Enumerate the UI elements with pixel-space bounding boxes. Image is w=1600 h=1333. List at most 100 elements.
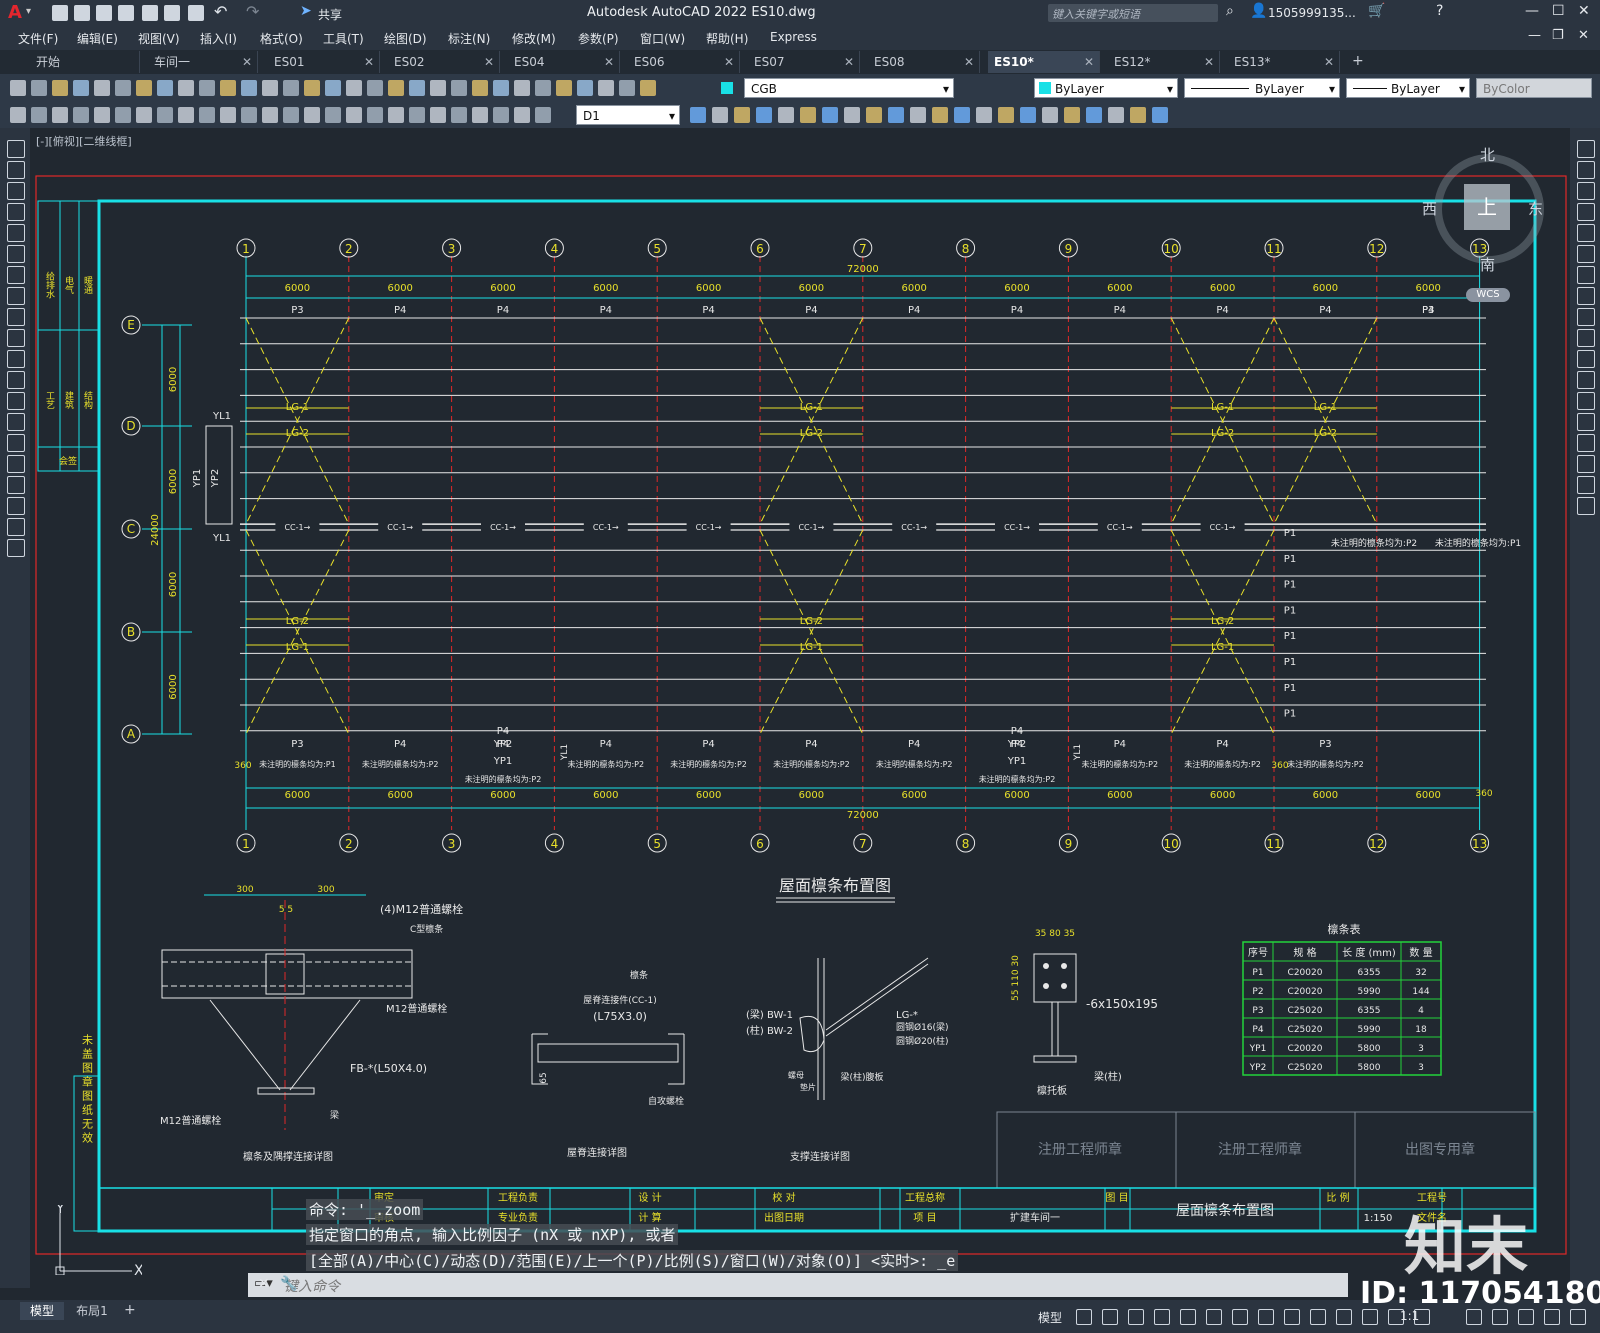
bottom-purlin-label: P4 bbox=[805, 739, 817, 750]
detail1-note: C型檩条 bbox=[410, 923, 443, 935]
signoff-label: 给排水 bbox=[44, 270, 55, 298]
bottom-bay-dim: 6000 bbox=[799, 790, 824, 801]
status-toggle-11-icon[interactable] bbox=[1336, 1309, 1352, 1325]
purlin-note: 未注明的檩条均为:P2 bbox=[1184, 759, 1261, 769]
viewcube[interactable]: 北 西 东 南 上 WCS bbox=[1422, 146, 1544, 302]
bottom-bay-dim: 6000 bbox=[1107, 790, 1132, 801]
detail3-bracket bbox=[799, 1015, 825, 1053]
detail1-note: M12普通螺栓 bbox=[160, 1114, 221, 1127]
add-layout-icon[interactable]: + bbox=[124, 1302, 136, 1318]
grid-label-bottom-3: 3 bbox=[448, 837, 456, 851]
yp2-label: YP2 bbox=[493, 739, 513, 750]
top-purlin-label: P3 bbox=[1422, 305, 1434, 316]
detail4-dim: 35 80 35 bbox=[1035, 929, 1075, 939]
grid-label-bottom-8: 8 bbox=[962, 837, 970, 851]
command-customize-icon[interactable]: 🔧 bbox=[280, 1276, 297, 1292]
detail3-note: LG-* bbox=[896, 1010, 918, 1021]
grid-label-top-11: 11 bbox=[1266, 242, 1281, 256]
grid-label-top-5: 5 bbox=[653, 242, 661, 256]
status-toggle-18-icon[interactable] bbox=[1518, 1309, 1534, 1325]
grid-label-top-1: 1 bbox=[242, 242, 250, 256]
detail4-flange bbox=[1033, 1055, 1077, 1063]
grid-label-bottom-7: 7 bbox=[859, 837, 867, 851]
purlin-note-right: 未注明的檩条均为:P2 bbox=[1331, 537, 1417, 549]
purlin-note: 未注明的檩条均为:P1 bbox=[259, 759, 336, 769]
purlin-table-cell: 6355 bbox=[1358, 968, 1381, 978]
model-space-button[interactable]: 模型 bbox=[1038, 1309, 1062, 1326]
row-label-A: A bbox=[127, 727, 136, 741]
detail2-note: (L75X3.0) bbox=[593, 1010, 647, 1023]
status-toggle-12-icon[interactable] bbox=[1362, 1309, 1378, 1325]
status-toggle-16-icon[interactable] bbox=[1466, 1309, 1482, 1325]
p1-label: P1 bbox=[1284, 631, 1296, 642]
row-label-B: B bbox=[127, 625, 135, 639]
wcs-label: WCS bbox=[1476, 289, 1500, 300]
detail2-tie bbox=[537, 1043, 679, 1063]
viewcube-west[interactable]: 西 bbox=[1422, 198, 1437, 219]
top-purlin-label: P4 bbox=[600, 305, 612, 316]
top-purlin-label: P4 bbox=[1114, 305, 1126, 316]
status-toggle-2-icon[interactable] bbox=[1102, 1309, 1118, 1325]
titleblock-cell: 工程总称 bbox=[905, 1191, 945, 1204]
svg-text:Y: Y bbox=[55, 1205, 65, 1217]
status-toggle-7-icon[interactable] bbox=[1232, 1309, 1248, 1325]
titleblock-cell: 比 例 bbox=[1326, 1191, 1349, 1204]
dimension-lines: 72000 6000 P3 6000 P4 6000 P4 6000 P4 6000 P4 6000 P… bbox=[150, 264, 1493, 821]
yp2-label: YP2 bbox=[1007, 739, 1027, 750]
status-toggle-9-icon[interactable] bbox=[1284, 1309, 1300, 1325]
bottom-purlin-label: P4 bbox=[1114, 739, 1126, 750]
detail3-note: 梁(柱)腹板 bbox=[840, 1071, 883, 1083]
purlin-note: 未注明的檩条均为:P2 bbox=[1287, 759, 1364, 769]
ridge-tie-label: CC-1→ bbox=[1107, 523, 1133, 532]
titleblock-cell: 工程负责 bbox=[498, 1191, 538, 1204]
status-toggle-1-icon[interactable] bbox=[1076, 1309, 1092, 1325]
status-toggle-17-icon[interactable] bbox=[1492, 1309, 1508, 1325]
brace-label-lg2: LG-2 bbox=[1211, 428, 1234, 439]
detail4-note: 梁(柱) bbox=[1094, 1070, 1122, 1083]
status-toggle-10-icon[interactable] bbox=[1310, 1309, 1326, 1325]
status-toggle-19-icon[interactable] bbox=[1544, 1309, 1560, 1325]
status-toggle-3-icon[interactable] bbox=[1128, 1309, 1144, 1325]
top-bay-dim: 6000 bbox=[1210, 283, 1235, 294]
grid-label-bottom-11: 11 bbox=[1266, 837, 1281, 851]
viewcube-top-face[interactable]: 上 bbox=[1464, 184, 1510, 230]
wcs-button[interactable]: WCS bbox=[1466, 288, 1510, 302]
status-toggle-8-icon[interactable] bbox=[1258, 1309, 1274, 1325]
status-toggle-6-icon[interactable] bbox=[1206, 1309, 1222, 1325]
annotation-scale[interactable]: 1:1 bbox=[1400, 1309, 1419, 1323]
detail2-title: 屋脊连接详图 bbox=[567, 1146, 627, 1159]
purlin-table-cell: C25020 bbox=[1288, 1025, 1323, 1035]
command-input[interactable]: ▭▾ 键入命令 bbox=[248, 1273, 1348, 1297]
detail1-beam-flange bbox=[257, 1087, 315, 1095]
top-bay-dim: 6000 bbox=[1004, 283, 1029, 294]
brace-label-lg2: LG-2 bbox=[286, 616, 309, 627]
detail4-note: -6x150x195 bbox=[1086, 997, 1158, 1011]
purlin-table-title: 檩条表 bbox=[1328, 922, 1361, 936]
viewcube-east[interactable]: 东 bbox=[1528, 198, 1543, 219]
grid-label-top-2: 2 bbox=[345, 242, 353, 256]
layout-tab-model[interactable]: 模型 bbox=[20, 1302, 64, 1320]
ridge-tie-label: CC-1→ bbox=[284, 523, 310, 532]
purlin-table-header: 长 度 (mm) bbox=[1342, 946, 1396, 959]
status-toggle-5-icon[interactable] bbox=[1180, 1309, 1196, 1325]
purlin-table-cell: 5800 bbox=[1358, 1044, 1381, 1054]
drawing-svg: 1122334455667788991010111112121313EDCBA … bbox=[35, 175, 1567, 1255]
brace-label-lg1: LG-1 bbox=[800, 642, 823, 653]
purlin-table-cell: 3 bbox=[1418, 1044, 1424, 1054]
bottom-purlin-label: P4 bbox=[600, 739, 612, 750]
viewcube-south[interactable]: 南 bbox=[1480, 254, 1495, 275]
command-close-icon[interactable]: ✕ bbox=[258, 1276, 270, 1292]
purlin-table-cell: C25020 bbox=[1288, 1063, 1323, 1073]
brace-label-lg1: LG-1 bbox=[1211, 402, 1234, 413]
status-toggle-20-icon[interactable] bbox=[1570, 1309, 1586, 1325]
viewcube-north[interactable]: 北 bbox=[1480, 144, 1495, 165]
purlin-table-cell: 144 bbox=[1412, 987, 1429, 997]
title-block: 檩条表序号 P1 P2 P3 P4 YP1 YP2 规 格 C20020 C20020 C25020… bbox=[98, 922, 1536, 1232]
grid-label-bottom-5: 5 bbox=[653, 837, 661, 851]
status-toggle-4-icon[interactable] bbox=[1154, 1309, 1170, 1325]
signoff-label: 结构 bbox=[82, 390, 93, 410]
layout-tab-layout1[interactable]: 布局1 bbox=[68, 1302, 116, 1320]
detail1-title: 檩条及隅撑连接详图 bbox=[243, 1150, 333, 1163]
top-bay-dim: 6000 bbox=[799, 283, 824, 294]
brace-label-lg1: LG-1 bbox=[1314, 402, 1337, 413]
